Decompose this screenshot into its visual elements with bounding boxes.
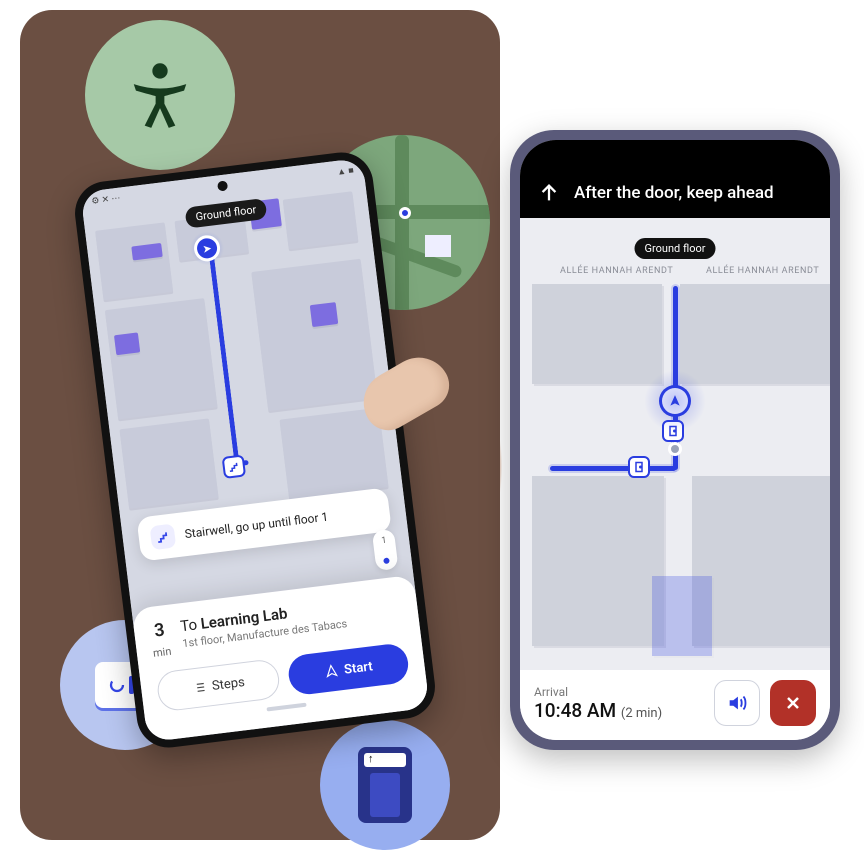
- street-label: ALLÉE HANNAH ARENDT: [560, 266, 673, 276]
- dynamic-island: [630, 150, 720, 174]
- arrow-up-icon: [538, 182, 560, 204]
- location-arrow-icon: [668, 394, 682, 408]
- navigate-icon: [323, 664, 339, 680]
- accessibility-icon: [125, 60, 195, 130]
- nav-bottom-bar: Arrival 10:48 AM (2 min): [520, 670, 830, 740]
- door-badge: [320, 720, 450, 850]
- start-button[interactable]: Start: [286, 642, 410, 696]
- street-label: ALLÉE HANNAH ARENDT: [706, 266, 819, 276]
- nav-instruction: After the door, keep ahead: [574, 183, 774, 203]
- location-arrow-icon: ➤: [196, 237, 218, 259]
- indoor-map[interactable]: ALLÉE HANNAH ARENDT ALLÉE HANNAH ARENDT: [520, 226, 830, 670]
- stairs-icon: [222, 454, 247, 479]
- arrival-info: Arrival 10:48 AM (2 min): [534, 685, 704, 722]
- sheet-grabber[interactable]: [266, 703, 306, 712]
- sound-button[interactable]: [714, 680, 760, 726]
- waypoint-dot: [668, 442, 682, 456]
- stairs-icon: [150, 523, 177, 550]
- step-instruction-text: Stairwell, go up until floor 1: [184, 510, 329, 541]
- close-icon: [783, 693, 803, 713]
- steps-button[interactable]: Steps: [155, 658, 281, 713]
- duration: 3 min: [149, 619, 172, 661]
- list-icon: [191, 680, 207, 696]
- volume-icon: [726, 692, 748, 714]
- accessibility-badge: [85, 20, 235, 170]
- current-location: [662, 388, 688, 414]
- iphone: After the door, keep ahead Ground floor …: [510, 130, 840, 750]
- door-icon: [628, 456, 650, 478]
- end-navigation-button[interactable]: [770, 680, 816, 726]
